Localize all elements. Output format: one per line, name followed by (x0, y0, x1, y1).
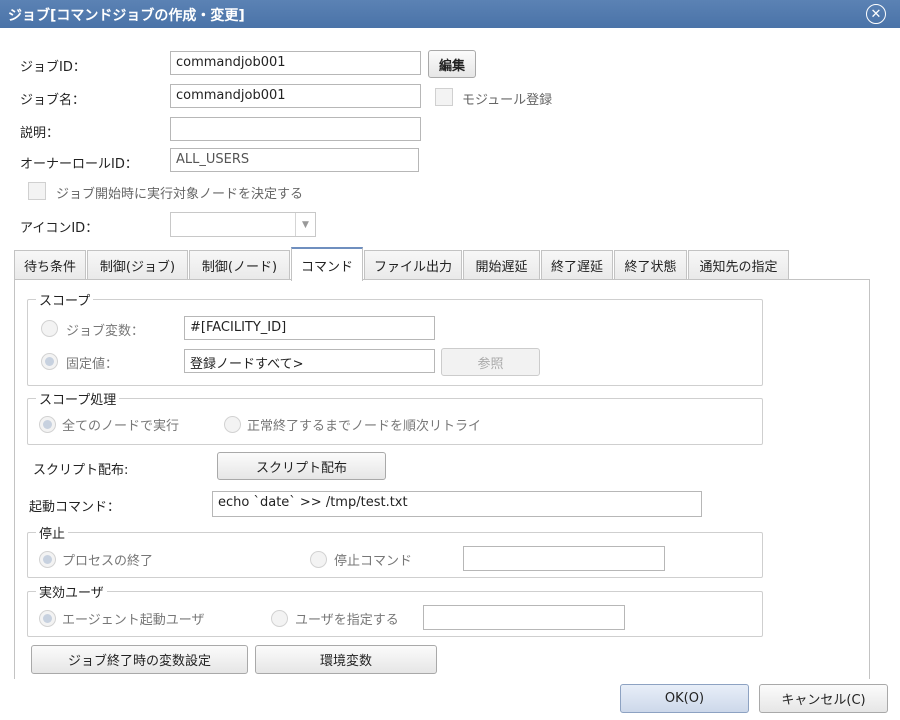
edit-button[interactable]: 編集 (428, 50, 476, 78)
agent-user-label: エージェント起動ユーザ (62, 613, 205, 628)
tab-control-node[interactable]: 制御(ノード) (189, 250, 290, 280)
start-command-field[interactable]: echo `date` >> /tmp/test.txt (212, 491, 702, 517)
process-end-label: プロセスの終了 (62, 554, 154, 569)
job-id-field[interactable]: commandjob001 (170, 51, 421, 75)
fixed-value-label: 固定値： (66, 357, 119, 372)
job-id-label: ジョブID： (20, 60, 86, 75)
tab-start-delay[interactable]: 開始遅延 (463, 250, 540, 280)
retry-radio[interactable] (224, 416, 241, 433)
variable-setting-button[interactable]: ジョブ終了時の変数設定 (31, 645, 248, 674)
decide-node-checkbox[interactable] (28, 182, 46, 200)
fixed-value-radio[interactable] (41, 353, 58, 370)
job-variable-radio[interactable] (41, 320, 58, 337)
specify-user-radio[interactable] (271, 610, 288, 627)
scope-processing-group-title: スコープ処理 (36, 389, 120, 408)
job-variable-label: ジョブ変数： (66, 324, 145, 339)
tab-wait-condition[interactable]: 待ち条件 (14, 250, 86, 280)
stop-group-title: 停止 (36, 523, 69, 542)
stop-command-label: 停止コマンド (334, 554, 413, 569)
start-command-label: 起動コマンド： (29, 500, 121, 515)
tab-end-delay[interactable]: 終了遅延 (541, 250, 613, 280)
close-icon[interactable]: ✕ (866, 4, 886, 24)
module-register-checkbox[interactable] (435, 88, 453, 106)
ok-button[interactable]: OK(O) (620, 684, 749, 713)
specify-user-label: ユーザを指定する (295, 613, 399, 628)
description-field[interactable] (170, 117, 421, 141)
module-register-label: モジュール登録 (462, 93, 553, 108)
dialog-titlebar: ジョブ[コマンドジョブの作成・変更] ✕ (0, 0, 900, 28)
dialog-title: ジョブ[コマンドジョブの作成・変更] (8, 8, 245, 24)
tab-command[interactable]: コマンド (291, 247, 363, 281)
scope-group-title: スコープ (36, 290, 94, 309)
tab-end-status[interactable]: 終了状態 (614, 250, 687, 280)
user-field[interactable] (423, 605, 625, 630)
icon-id-select[interactable]: ▼ (170, 212, 316, 237)
decide-node-label: ジョブ開始時に実行対象ノードを決定する (56, 187, 304, 202)
stop-command-field[interactable] (463, 546, 665, 571)
script-distribution-button[interactable]: スクリプト配布 (217, 452, 386, 480)
all-nodes-radio[interactable] (39, 416, 56, 433)
script-distribution-label: スクリプト配布: (33, 463, 129, 478)
job-name-label: ジョブ名： (20, 93, 86, 108)
reference-button[interactable]: 参照 (441, 348, 540, 376)
process-end-radio[interactable] (39, 551, 56, 568)
owner-role-label: オーナーロールID： (20, 157, 138, 172)
retry-label: 正常終了するまでノードを順次リトライ (247, 419, 482, 434)
tab-control-job[interactable]: 制御(ジョブ) (87, 250, 188, 280)
stop-command-radio[interactable] (310, 551, 327, 568)
job-variable-field[interactable]: #[FACILITY_ID] (184, 316, 435, 340)
chevron-down-icon[interactable]: ▼ (295, 213, 315, 236)
icon-id-label: アイコンID： (20, 221, 99, 236)
fixed-value-field[interactable]: 登録ノードすべて> (184, 349, 435, 373)
description-label: 説明： (20, 126, 60, 141)
owner-role-field[interactable]: ALL_USERS (170, 148, 419, 172)
agent-user-radio[interactable] (39, 610, 56, 627)
tab-file-output[interactable]: ファイル出力 (364, 250, 462, 280)
env-variable-button[interactable]: 環境変数 (255, 645, 437, 674)
cancel-button[interactable]: キャンセル(C) (759, 684, 888, 713)
tab-notification[interactable]: 通知先の指定 (688, 250, 789, 280)
all-nodes-label: 全てのノードで実行 (62, 419, 180, 434)
effective-user-group-title: 実効ユーザ (36, 582, 107, 601)
job-name-field[interactable]: commandjob001 (170, 84, 421, 108)
